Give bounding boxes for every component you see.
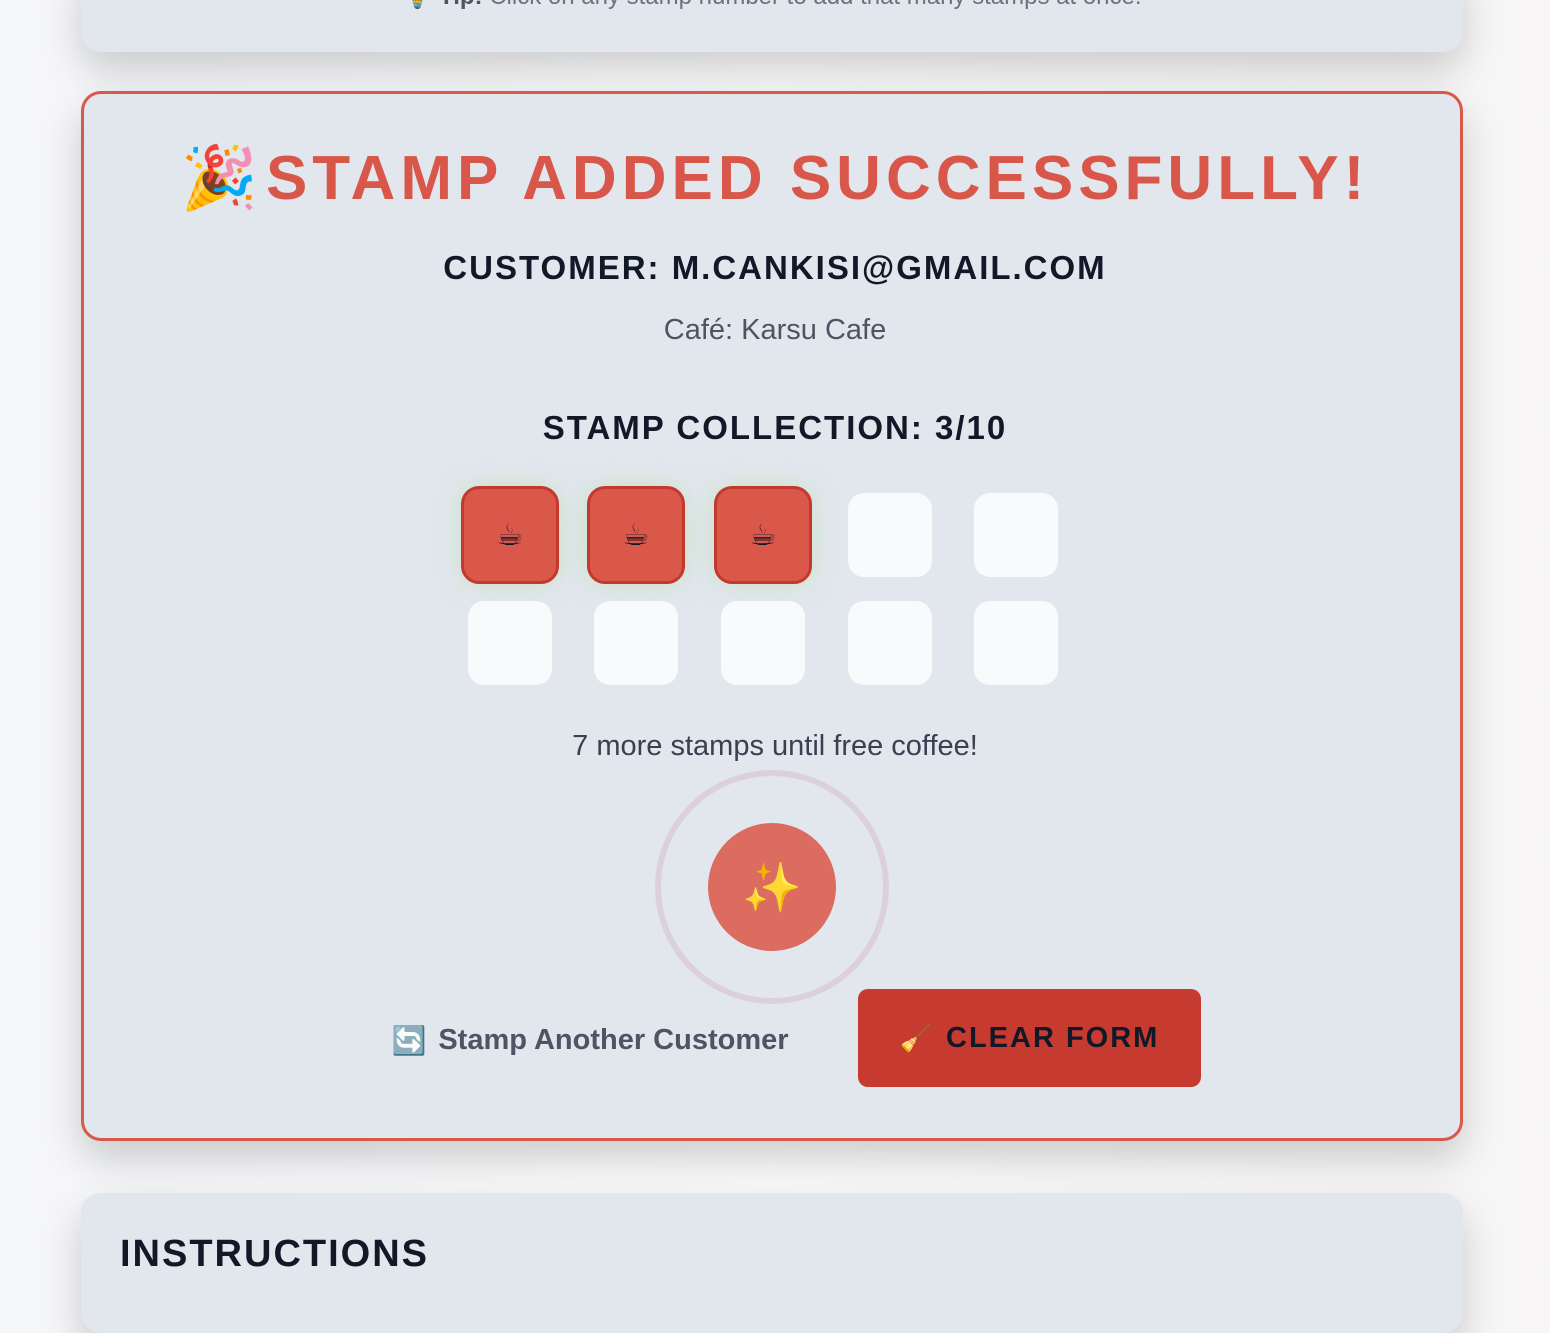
coffee-cup-icon: ☕ — [749, 518, 777, 552]
stamp-empty-5 — [974, 493, 1058, 577]
refresh-icon: 🔄 — [391, 1024, 427, 1056]
cafe-name: Café: Karsu Cafe — [663, 314, 887, 346]
instructions-title: INSTRUCTIONS — [120, 1233, 429, 1275]
stamp-empty-8 — [721, 601, 805, 685]
stamp-collection-label: STAMP COLLECTION: 3/10 — [542, 409, 1008, 446]
lightbulb-icon: 💡 — [402, 0, 432, 10]
stamp-filled-3: ☕ — [714, 486, 812, 584]
instructions-card: INSTRUCTIONS — [81, 1193, 1463, 1333]
success-title-text: STAMP ADDED SUCCESSFULLY! — [265, 144, 1370, 213]
success-title: 🎉 STAMP ADDED SUCCESSFULLY! — [0, 142, 1550, 215]
party-popper-icon: 🎉 — [180, 144, 258, 213]
coffee-cup-icon: ☕ — [622, 518, 650, 552]
clear-form-label: CLEAR FORM — [946, 1021, 1160, 1054]
stamp-filled-1: ☕ — [461, 486, 559, 584]
stamp-another-customer-label: Stamp Another Customer — [438, 1023, 789, 1056]
stamp-filled-2: ☕ — [587, 486, 685, 584]
tip-line: 💡 Tip: Click on any stamp number to add … — [81, 0, 1463, 11]
stamp-empty-4 — [848, 493, 932, 577]
sparkles-icon: ✨ — [742, 861, 802, 915]
tip-text: Click on any stamp number to add that ma… — [489, 0, 1141, 10]
tip-card: 💡 Tip: Click on any stamp number to add … — [81, 0, 1463, 52]
stamp-empty-7 — [594, 601, 678, 685]
stamp-another-customer-button[interactable]: 🔄 Stamp Another Customer — [380, 1010, 800, 1070]
remaining-stamps-text: 7 more stamps until free coffee! — [572, 730, 978, 762]
stamp-empty-6 — [468, 601, 552, 685]
sparkle-badge: ✨ — [708, 823, 836, 951]
clear-form-button[interactable]: 🧹 CLEAR FORM — [858, 989, 1201, 1087]
coffee-cup-icon: ☕ — [496, 518, 524, 552]
stamp-empty-10 — [974, 601, 1058, 685]
broom-icon: 🧹 — [899, 1022, 933, 1053]
customer-email: CUSTOMER: M.CANKISI@GMAIL.COM — [443, 249, 1107, 286]
tip-label: Tip: — [439, 0, 483, 10]
stamp-empty-9 — [848, 601, 932, 685]
